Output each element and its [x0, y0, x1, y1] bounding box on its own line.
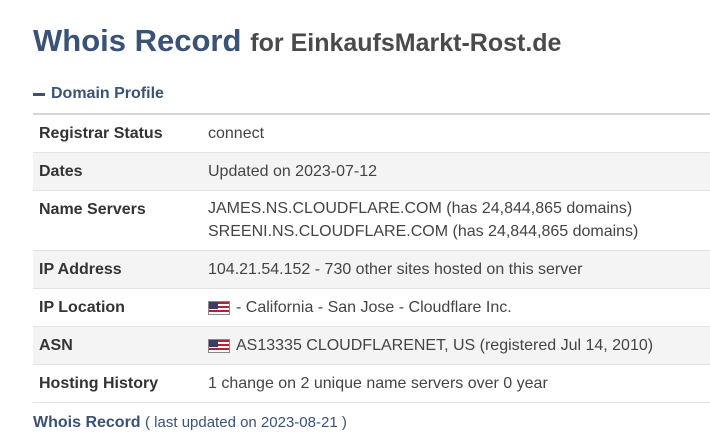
page-title-main: Whois Record — [33, 23, 242, 58]
row-value: - California - San Jose - Cloudflare Inc… — [208, 288, 710, 327]
row-label: Hosting History — [33, 364, 208, 403]
table-row-hosting-history: Hosting History 1 change on 2 unique nam… — [33, 364, 710, 403]
table-row-ip-location: IP Location - California - San Jose - Cl… — [33, 288, 710, 327]
domain-profile-table: Registrar Status connect Dates Updated o… — [33, 113, 710, 403]
table-row-asn: ASN AS13335 CLOUDFLARENET, US (registere… — [33, 326, 710, 365]
row-value: JAMES.NS.CLOUDFLARE.COM (has 24,844,865 … — [208, 190, 710, 251]
row-label: IP Location — [33, 288, 208, 327]
page-title: Whois Record for EinkaufsMarkt-Rost.de — [33, 22, 561, 61]
row-label: ASN — [33, 326, 208, 365]
minus-icon — [33, 92, 45, 96]
row-value: AS13335 CLOUDFLARENET, US (registered Ju… — [208, 326, 710, 365]
page-title-domain: for EinkaufsMarkt-Rost.de — [250, 29, 562, 57]
table-row-ip-address: IP Address 104.21.54.152 - 730 other sit… — [33, 250, 710, 289]
row-label: IP Address — [33, 250, 208, 289]
domain-profile-toggle[interactable]: Domain Profile — [33, 84, 164, 104]
whois-record-link[interactable]: Whois Record — [33, 414, 141, 431]
table-row-name-servers: Name Servers JAMES.NS.CLOUDFLARE.COM (ha… — [33, 190, 710, 251]
row-value[interactable]: 104.21.54.152 - 730 other sites hosted o… — [208, 250, 710, 289]
row-label: Registrar Status — [33, 114, 208, 153]
us-flag-icon — [208, 300, 230, 315]
row-value[interactable]: 1 change on 2 unique name servers over 0… — [208, 364, 710, 403]
whois-page: Whois Record for EinkaufsMarkt-Rost.de D… — [0, 0, 710, 441]
name-server-2[interactable]: SREENI.NS.CLOUDFLARE.COM (has 24,844,865… — [208, 220, 710, 243]
us-flag-icon — [208, 338, 230, 353]
domain-profile-label: Domain Profile — [51, 85, 164, 102]
row-value: connect — [208, 114, 710, 153]
name-server-1[interactable]: JAMES.NS.CLOUDFLARE.COM (has 24,844,865 … — [208, 197, 710, 220]
table-row-registrar-status: Registrar Status connect — [33, 114, 710, 153]
table-row-dates: Dates Updated on 2023-07-12 — [33, 152, 710, 191]
last-updated-text: ( last updated on 2023-08-21 ) — [145, 414, 347, 431]
row-value: Updated on 2023-07-12 — [208, 152, 710, 191]
whois-record-footer: Whois Record ( last updated on 2023-08-2… — [33, 413, 347, 433]
row-label: Name Servers — [33, 190, 208, 251]
row-label: Dates — [33, 152, 208, 191]
